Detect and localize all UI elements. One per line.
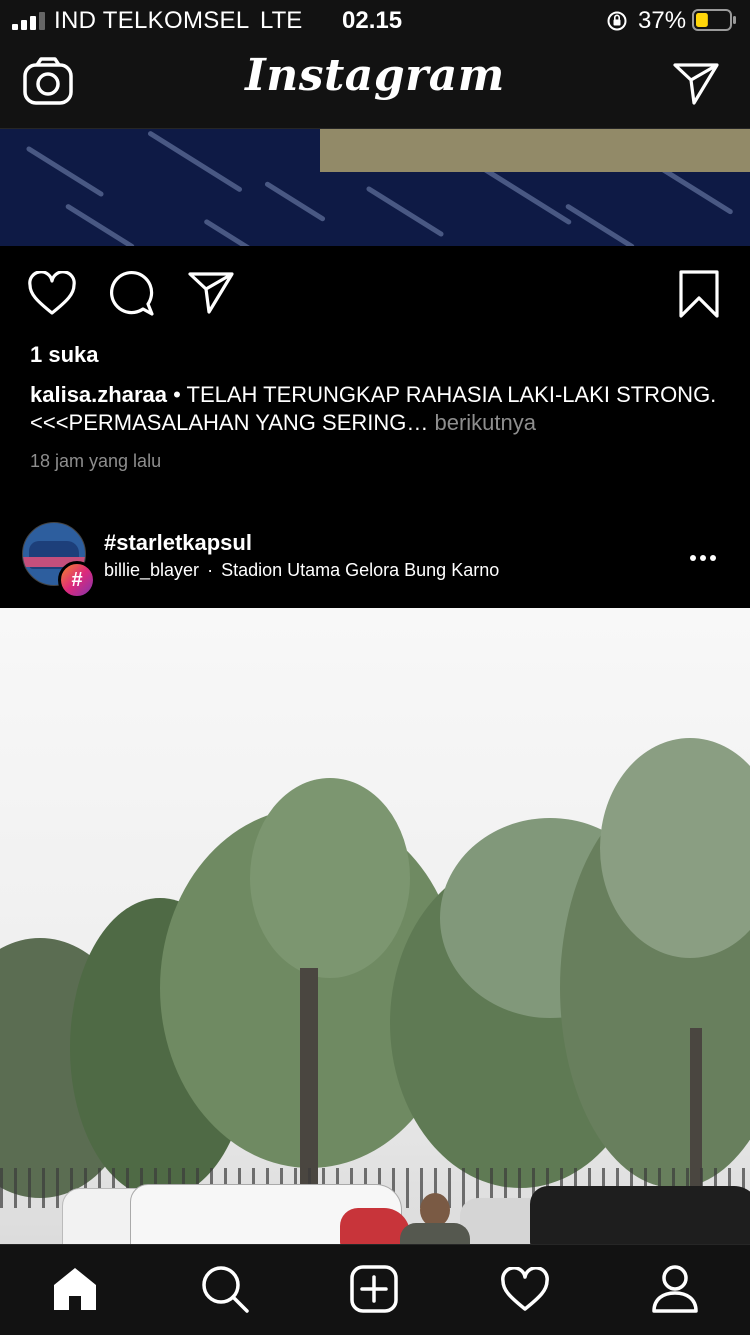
status-bar: IND TELKOMSEL LTE 02.15 37% bbox=[0, 0, 750, 42]
new-post-icon[interactable] bbox=[350, 1265, 398, 1313]
more-options-icon[interactable] bbox=[690, 548, 720, 566]
clock: 02.15 bbox=[342, 7, 403, 34]
instagram-logo: Instagram bbox=[245, 50, 505, 101]
network-label: LTE bbox=[260, 7, 303, 34]
hashtag-badge: # bbox=[58, 561, 96, 599]
separator: · bbox=[207, 560, 214, 580]
post-subtitle: billie_blayer · Stadion Utama Gelora Bung … bbox=[104, 560, 499, 581]
signal-icon bbox=[12, 12, 48, 30]
profile-icon[interactable] bbox=[651, 1264, 699, 1314]
activity-icon[interactable] bbox=[500, 1267, 550, 1313]
caption-username[interactable]: kalisa.zharaa bbox=[30, 382, 167, 407]
post-username[interactable]: billie_blayer bbox=[104, 560, 199, 580]
post-location[interactable]: Stadion Utama Gelora Bung Karno bbox=[221, 560, 499, 580]
post-timestamp: 18 jam yang lalu bbox=[30, 451, 162, 471]
post-caption: kalisa.zharaa • TELAH TERUNGKAP RAHASIA … bbox=[30, 381, 720, 437]
share-icon[interactable] bbox=[187, 271, 235, 315]
carrier-label: IND TELKOMSEL bbox=[54, 7, 250, 34]
orientation-lock-icon bbox=[606, 10, 628, 32]
likes-count[interactable]: 1 suka bbox=[30, 342, 99, 368]
direct-message-icon[interactable] bbox=[672, 62, 720, 106]
heart-icon[interactable] bbox=[27, 271, 77, 317]
post-image[interactable] bbox=[0, 608, 750, 1244]
comment-icon[interactable] bbox=[108, 270, 156, 318]
battery-percent: 37% bbox=[638, 7, 687, 34]
battery-icon bbox=[692, 8, 738, 32]
home-icon[interactable] bbox=[51, 1265, 99, 1313]
search-icon[interactable] bbox=[200, 1264, 250, 1314]
post-hashtag[interactable]: #starletkapsul bbox=[104, 530, 252, 556]
post-image-partial[interactable] bbox=[0, 129, 750, 246]
caption-more-link[interactable]: berikutnya bbox=[435, 410, 537, 435]
bookmark-icon[interactable] bbox=[678, 270, 720, 318]
